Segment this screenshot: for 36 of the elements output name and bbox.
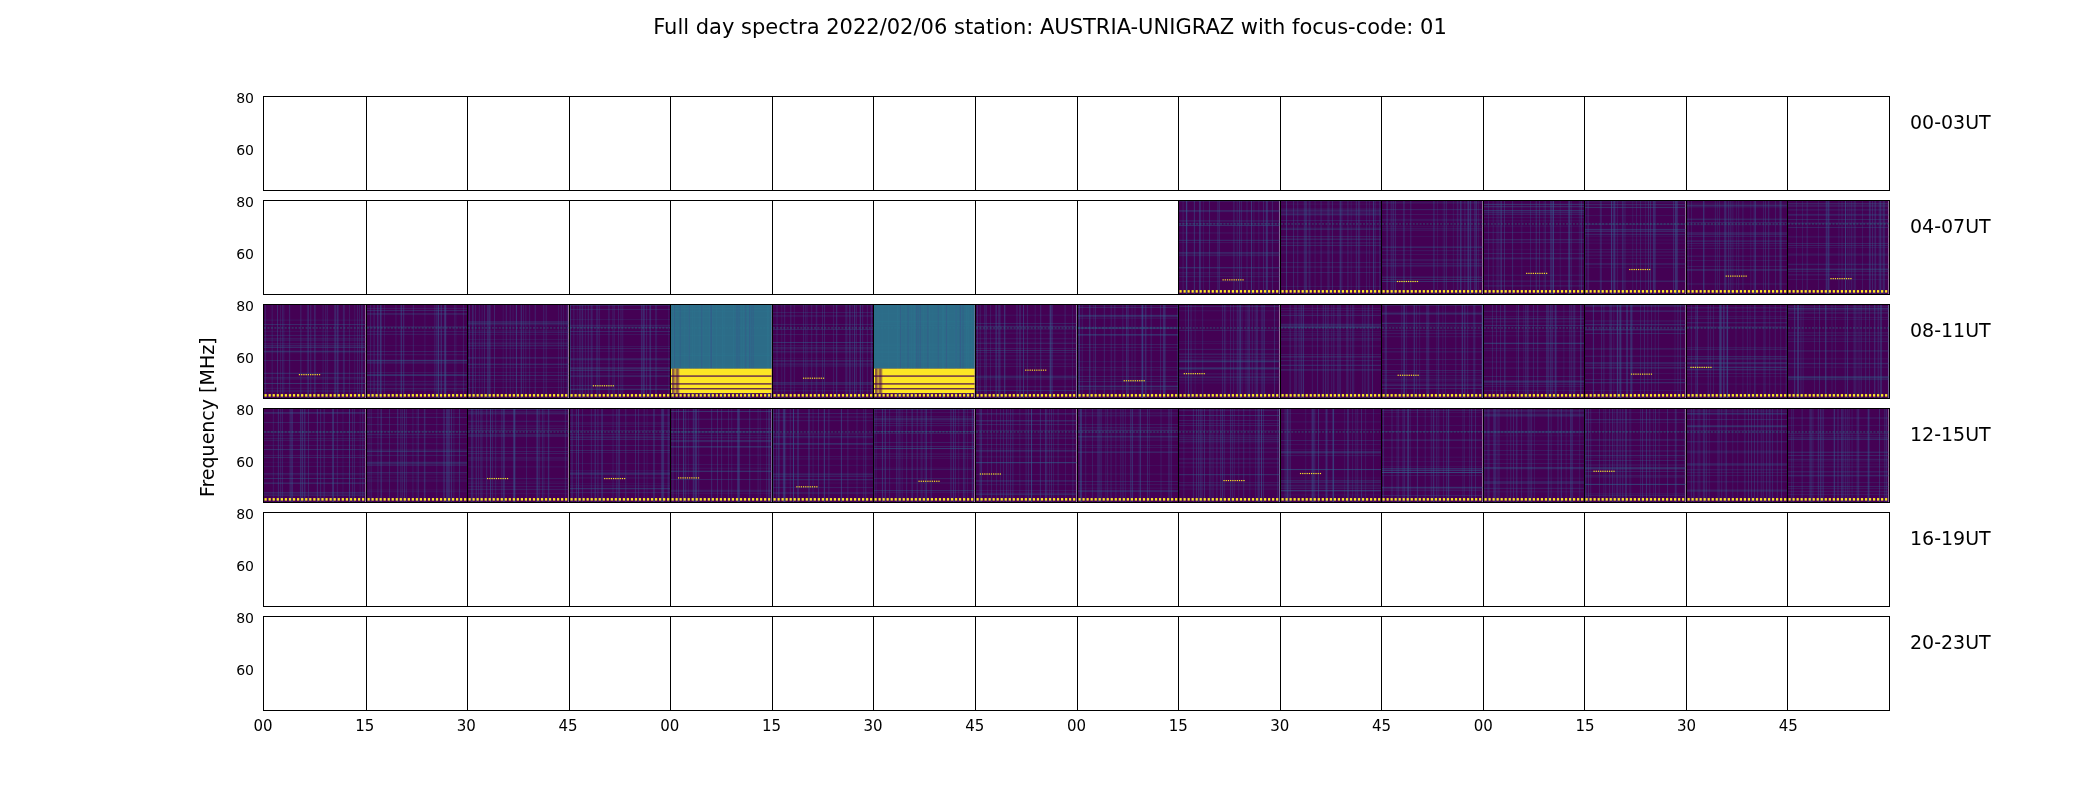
tick-label: 60 <box>236 558 254 574</box>
tick-label: 30 <box>456 717 476 735</box>
row-label: 00-03UT <box>1910 110 1991 135</box>
tick-label: 15 <box>761 717 781 735</box>
tick-label: 80 <box>236 298 254 314</box>
tick-label: 30 <box>863 717 883 735</box>
tick-label: 15 <box>1575 717 1595 735</box>
tick-label: 80 <box>236 402 254 418</box>
tick-label: 80 <box>236 610 254 626</box>
chart-title: Full day spectra 2022/02/06 station: AUSTRIA-UNIGRAZ with focus-code: 01 <box>653 14 1447 40</box>
tick-label: 80 <box>236 194 254 210</box>
tick-label: 60 <box>236 246 254 262</box>
row-label: 12-15UT <box>1910 422 1991 447</box>
tick-label: 45 <box>1778 717 1798 735</box>
tick-label: 80 <box>236 90 254 106</box>
tick-label: 80 <box>236 506 254 522</box>
tick-label: 30 <box>1677 717 1697 735</box>
tick-label: 45 <box>558 717 578 735</box>
tick-label: 60 <box>236 350 254 366</box>
tick-label: 00 <box>1066 717 1087 735</box>
tick-label: 30 <box>1270 717 1290 735</box>
tick-label: 45 <box>965 717 985 735</box>
tick-label: 15 <box>1168 717 1188 735</box>
tick-label: 15 <box>355 717 375 735</box>
tick-label: 45 <box>1372 717 1392 735</box>
tick-label: 60 <box>236 142 254 158</box>
row-label: 08-11UT <box>1910 318 1991 343</box>
tick-label: 00 <box>253 717 273 735</box>
row-label: 04-07UT <box>1910 214 1991 239</box>
tick-label: 60 <box>236 662 254 678</box>
axis-label: Frequency [MHz] <box>194 337 219 497</box>
row-label: 20-23UT <box>1910 630 1991 655</box>
tick-label: 60 <box>236 454 254 470</box>
tick-label: 00 <box>660 717 680 735</box>
row-label: 16-19UT <box>1910 526 1991 551</box>
tick-label: 00 <box>1473 717 1493 735</box>
